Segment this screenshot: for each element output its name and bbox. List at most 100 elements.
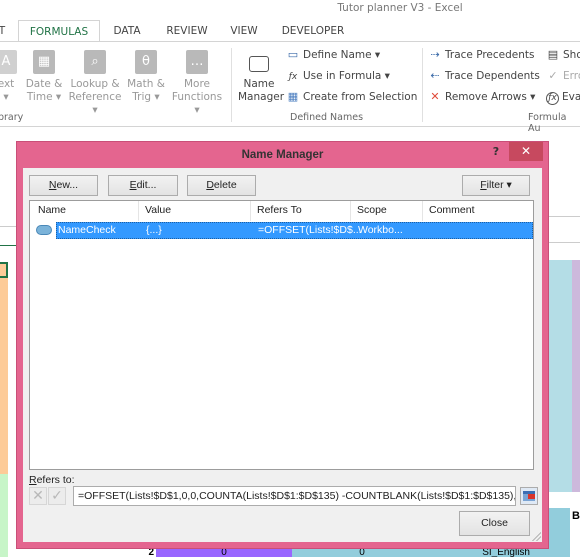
column-header-refers-to[interactable]: Refers To [257, 204, 302, 216]
sheet-gridline [548, 242, 580, 243]
tab-review[interactable]: REVIEW [162, 20, 212, 42]
refers-to-input[interactable]: =OFFSET(Lists!$D$1,0,0,COUNTA(Lists!$D$1… [73, 486, 516, 506]
column-header-comment[interactable]: Comment [429, 204, 475, 216]
sheet-gridline [0, 226, 16, 227]
name-manager-button[interactable]: Name Manager [238, 50, 284, 104]
label-line2: Manager [238, 91, 285, 103]
evaluate-formula-label: Eva [562, 91, 580, 103]
tab-data[interactable]: DATA [108, 20, 146, 42]
tab-text-partial[interactable]: T [0, 20, 8, 42]
confirm-edit-icon[interactable]: ✓ [48, 487, 66, 505]
tab-view[interactable]: VIEW [226, 20, 262, 42]
column-divider[interactable] [350, 201, 351, 221]
edit-button[interactable]: Edit... [108, 175, 178, 196]
date-time-button[interactable]: ▦ Date & Time ▾ [24, 50, 64, 104]
sheet-cell-orange[interactable] [0, 262, 8, 474]
evaluate-formula-button[interactable]: ƒx Eva [546, 90, 580, 105]
help-button[interactable]: ? [488, 144, 504, 162]
sheet-gridline [548, 216, 580, 217]
resize-grip[interactable] [531, 531, 541, 541]
use-in-formula-label: Use in Formula ▾ [303, 70, 390, 82]
label-line1: Date & [25, 78, 63, 90]
lookup-reference-button[interactable]: ⌕ Lookup & Reference ▾ [66, 50, 124, 117]
column-header-scope[interactable]: Scope [357, 204, 387, 216]
remove-arrows-label: Remove Arrows ▾ [445, 91, 536, 103]
text-function-icon: A [0, 50, 17, 74]
show-formulas-label: Sho [563, 49, 580, 61]
label-line2: ▾ [3, 91, 9, 103]
column-header-value[interactable]: Value [145, 204, 171, 216]
mnemonic: R [29, 474, 37, 486]
sheet-row: 2 0 0 SI_English [0, 548, 580, 557]
evaluate-formula-icon: ƒx [546, 92, 559, 105]
sheet-cell[interactable]: 2 [140, 548, 154, 557]
label-line1: Name [243, 78, 275, 90]
label-line2: Functions ▾ [171, 91, 223, 116]
button-label: ilter ▾ [486, 179, 512, 191]
cell-name: NameCheck [58, 224, 116, 236]
show-formulas-icon: ▤ [547, 48, 559, 61]
show-formulas-button[interactable]: ▤ Sho [546, 48, 580, 62]
filter-button[interactable]: Filter ▾ [462, 175, 530, 196]
cancel-edit-icon[interactable]: ✕ [29, 487, 47, 505]
sheet-selected-cell[interactable] [0, 262, 8, 278]
label-line1: Math & [127, 78, 165, 90]
group-separator [422, 48, 423, 122]
remove-arrows-button[interactable]: ✕ Remove Arrows ▾ [428, 90, 535, 104]
error-checking-button[interactable]: ✓ Erro [546, 69, 580, 83]
mnemonic: D [206, 179, 214, 191]
label-line1: More [183, 78, 211, 90]
names-list[interactable]: Name Value Refers To Scope Comment NameC… [29, 200, 534, 470]
define-name-icon: ▭ [287, 48, 299, 61]
named-range-icon [36, 225, 52, 235]
window-title: Tutor planner V3 - Excel [337, 2, 463, 14]
calendar-icon: ▦ [33, 50, 55, 74]
text-functions-button[interactable]: A ext ▾ [0, 50, 18, 104]
ribbon: A ext ▾ ▦ Date & Time ▾ ⌕ Lookup & Refer… [0, 41, 580, 134]
close-icon[interactable]: ✕ [509, 142, 543, 161]
sheet-cell-purple[interactable] [572, 260, 580, 492]
more-functions-button[interactable]: … More Functions ▾ [168, 50, 226, 117]
group-separator [231, 48, 232, 122]
create-from-selection-button[interactable]: ▦ Create from Selection [286, 90, 418, 104]
dialog-title: Name Manager [241, 149, 324, 161]
column-divider[interactable] [250, 201, 251, 221]
sheet-cell[interactable]: SI_English [432, 548, 570, 557]
mnemonic: E [129, 179, 137, 191]
column-header-name[interactable]: Name [38, 204, 66, 216]
use-in-formula-button[interactable]: ƒx Use in Formula ▾ [286, 69, 390, 84]
math-trig-button[interactable]: θ Math & Trig ▾ [125, 50, 167, 104]
name-manager-icon [249, 56, 269, 72]
trace-precedents-label: Trace Precedents [445, 49, 535, 61]
range-arrow-icon [528, 494, 535, 499]
cell-scope: Workbo... [358, 224, 403, 236]
column-divider[interactable] [138, 201, 139, 221]
name-manager-dialog: Name Manager ? ✕ New... Edit... Delete F… [16, 141, 549, 549]
collapse-dialog-button[interactable] [520, 487, 538, 505]
close-button[interactable]: Close [459, 511, 530, 536]
delete-button[interactable]: Delete [187, 175, 256, 196]
error-checking-icon: ✓ [548, 69, 558, 82]
sheet-cell-label[interactable]: B [572, 510, 580, 522]
list-item[interactable]: NameCheck {...} =OFFSET(Lists!$D$... Wor… [56, 222, 533, 239]
sheet-cell-blue[interactable] [548, 260, 572, 492]
sheet-cell[interactable]: 0 [156, 548, 292, 557]
define-name-button[interactable]: ▭ Define Name ▾ [286, 48, 380, 62]
trace-dependents-icon: ⇠ [430, 69, 440, 82]
new-button[interactable]: New... [29, 175, 98, 196]
remove-arrows-icon: ✕ [430, 90, 440, 103]
fx-icon: ƒx [288, 72, 298, 82]
ellipsis-icon: … [186, 50, 208, 74]
sheet-cell[interactable]: 0 [292, 548, 432, 557]
magnifier-icon: ⌕ [84, 50, 106, 74]
create-from-selection-label: Create from Selection [303, 91, 418, 103]
define-name-label: Define Name ▾ [303, 49, 381, 61]
button-label: dit... [136, 179, 157, 191]
trace-precedents-button[interactable]: ⇢ Trace Precedents [428, 48, 535, 62]
trace-dependents-label: Trace Dependents [445, 70, 540, 82]
trace-dependents-button[interactable]: ⇠ Trace Dependents [428, 69, 540, 83]
tab-developer[interactable]: DEVELOPER [278, 20, 348, 42]
sheet-cell-green[interactable] [0, 474, 8, 557]
column-divider[interactable] [422, 201, 423, 221]
tab-formulas[interactable]: FORMULAS [18, 20, 100, 42]
